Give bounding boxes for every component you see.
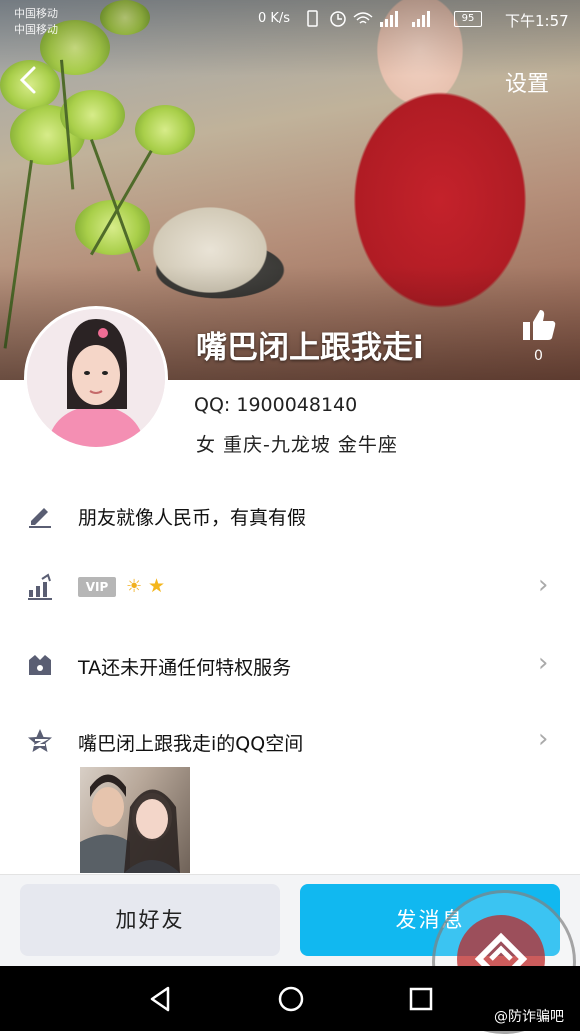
battery-icon: 95 xyxy=(454,11,482,27)
home-circle-icon[interactable] xyxy=(276,984,306,1018)
qzone-link-text[interactable]: 嘴巴闭上跟我走i的QQ空间 xyxy=(78,729,303,756)
clock: 下午1:57 xyxy=(505,12,569,30)
privilege-text: TA还未开通任何特权服务 xyxy=(78,657,292,679)
wifi-signal-icon xyxy=(307,10,430,27)
vip-badge: VIP xyxy=(78,577,116,597)
network-speed: 0 K/s xyxy=(258,11,291,26)
watermark-caption: @防诈骗吧 xyxy=(494,1009,564,1025)
star-icon: ★ xyxy=(148,575,166,597)
add-friend-button[interactable]: 加好友 xyxy=(20,884,280,956)
pencil-icon xyxy=(26,501,54,529)
status-bar: 中国移动 中国移动 0 K/s 95 下午1:57 xyxy=(0,0,580,38)
chevron-right-icon[interactable]: › xyxy=(538,724,548,754)
navigation-bar xyxy=(0,966,580,1031)
signal-icons xyxy=(300,9,446,33)
signature-text: 朋友就像人民币，有真有假 xyxy=(78,507,307,529)
avatar[interactable] xyxy=(24,306,168,450)
qzone-star-icon xyxy=(26,727,54,755)
carrier-label: 中国移动 xyxy=(14,23,58,36)
thumbs-up-icon[interactable] xyxy=(520,306,558,344)
chevron-right-icon[interactable]: › xyxy=(538,648,548,678)
carrier-label: 中国移动 xyxy=(14,7,58,20)
chevron-right-icon[interactable]: › xyxy=(538,570,548,600)
level-up-icon xyxy=(26,573,54,601)
recent-apps-icon[interactable] xyxy=(406,984,436,1018)
sun-icon: ☀ xyxy=(126,576,143,597)
profile-nickname: 嘴巴闭上跟我走i xyxy=(196,330,424,366)
crown-icon xyxy=(26,651,54,679)
chevron-left-icon[interactable] xyxy=(14,62,42,98)
settings-button[interactable]: 设置 xyxy=(505,66,549,98)
qq-number: QQ: 1900048140 xyxy=(194,394,358,416)
back-triangle-icon[interactable] xyxy=(146,984,176,1018)
qzone-photo-thumbnail[interactable] xyxy=(80,767,190,873)
like-count: 0 xyxy=(534,348,543,364)
profile-details: 女 重庆-九龙坡 金牛座 xyxy=(196,434,398,456)
